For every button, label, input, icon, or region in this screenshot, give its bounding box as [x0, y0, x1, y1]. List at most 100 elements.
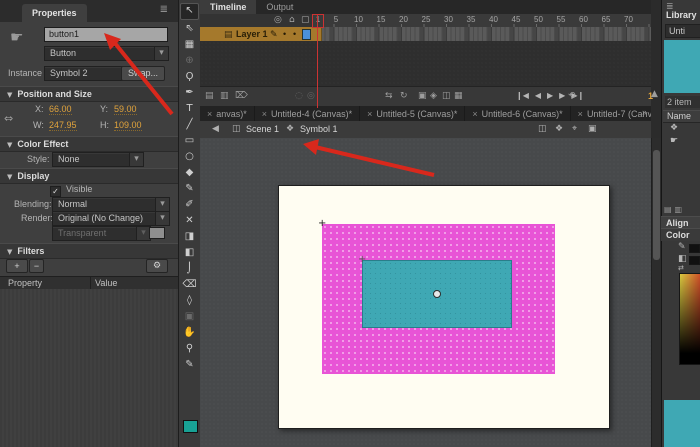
- h-value[interactable]: 109.00: [114, 120, 142, 131]
- close-tab-icon[interactable]: ×: [207, 109, 212, 119]
- oval-tool[interactable]: ○: [181, 149, 198, 164]
- edit-multiple-frames-icon[interactable]: ◫: [442, 91, 451, 101]
- close-tab-icon[interactable]: ×: [472, 109, 477, 119]
- remove-filter-button[interactable]: −: [29, 259, 44, 273]
- play-icon[interactable]: ▶: [547, 91, 553, 100]
- tab-timeline[interactable]: Timeline: [200, 0, 256, 14]
- breadcrumb-scene[interactable]: Scene 1: [246, 121, 279, 138]
- stroke-color-pencil-icon[interactable]: ✎: [678, 242, 686, 252]
- document-tab-untitled-4-canvas-[interactable]: ×Untitled-4 (Canvas)*: [255, 106, 360, 121]
- stroke-color-swatch[interactable]: [689, 244, 700, 253]
- clip-to-stage-icon[interactable]: ▣: [588, 121, 597, 138]
- pen-tool[interactable]: ✒: [181, 85, 198, 100]
- filter-options-gear-icon[interactable]: ⚙: [146, 259, 168, 273]
- loop-playback-icon[interactable]: ↻: [400, 91, 408, 101]
- x-value[interactable]: 66.00: [49, 104, 72, 115]
- eyedropper-tool[interactable]: ⌡: [181, 261, 198, 276]
- instance-of-value[interactable]: Symbol 2: [44, 66, 123, 81]
- back-button[interactable]: ◀: [212, 121, 219, 138]
- blending-dropdown[interactable]: Normal ▾: [52, 197, 170, 212]
- document-tab-untitled-5-canvas-[interactable]: ×Untitled-5 (Canvas)*: [360, 106, 465, 121]
- onion-markers-icon[interactable]: ◈: [430, 91, 437, 101]
- w-value[interactable]: 247.95: [49, 120, 77, 131]
- style-dropdown[interactable]: None ▾: [52, 152, 144, 167]
- lasso-tool[interactable]: Ϙ: [181, 69, 198, 84]
- clapper-icon[interactable]: ◫: [538, 121, 547, 138]
- new-layer-icon[interactable]: ▤: [205, 91, 214, 101]
- close-tab-icon[interactable]: ×: [367, 109, 372, 119]
- new-folder-icon[interactable]: ▥: [220, 91, 229, 101]
- text-tool[interactable]: T: [181, 101, 198, 116]
- go-to-first-frame-icon[interactable]: ❙◀: [516, 91, 529, 100]
- paint-bucket-tool[interactable]: ◨: [181, 229, 198, 244]
- free-transform-tool[interactable]: ▦: [181, 37, 198, 52]
- layer-visibility-dot[interactable]: •: [283, 27, 286, 41]
- layer-row-layer1[interactable]: ▤ Layer 1 ✎ • •: [200, 27, 312, 41]
- center-frame-icon[interactable]: ▣: [418, 91, 427, 101]
- center-stage-icon[interactable]: ⌖: [572, 121, 577, 138]
- next-frame-icon[interactable]: ▶: [559, 91, 565, 100]
- section-display[interactable]: ▼Display: [0, 168, 178, 184]
- document-tab-untitled-6-canvas-[interactable]: ×Untitled-6 (Canvas)*: [465, 106, 570, 121]
- render-dropdown[interactable]: Original (No Change) ▾: [52, 211, 170, 226]
- fill-color-bucket-icon[interactable]: ◧: [678, 254, 687, 264]
- selection-tool[interactable]: ↖: [180, 3, 199, 20]
- zoom-in-triangle-icon[interactable]: ▲: [651, 89, 658, 99]
- section-filters[interactable]: ▼Filters: [0, 243, 178, 259]
- lock-column-icon[interactable]: ⌂: [289, 15, 295, 25]
- layer-name[interactable]: Layer 1: [236, 27, 268, 41]
- fill-color-swatch[interactable]: [183, 420, 198, 433]
- rectangle-tool[interactable]: ▭: [181, 133, 198, 148]
- stroke-color-control[interactable]: ✎: [181, 357, 198, 372]
- instance-name-input[interactable]: button1: [44, 27, 168, 42]
- pencil-tool[interactable]: ✎: [181, 181, 198, 196]
- lock-aspect-icon[interactable]: ⇔: [4, 112, 13, 125]
- timeline-frame-ruler[interactable]: 1510152025303540455055606570: [312, 14, 651, 28]
- bone-tool[interactable]: ✕: [181, 213, 198, 228]
- library-item-button[interactable]: ☛: [663, 135, 700, 148]
- delete-layer-icon[interactable]: ⌦: [235, 91, 248, 101]
- color-picker-gradient[interactable]: [679, 273, 700, 365]
- swap-button[interactable]: Swap...: [121, 66, 165, 81]
- outline-column-icon[interactable]: ▢: [301, 15, 310, 25]
- brush-tool[interactable]: ✐: [181, 197, 198, 212]
- close-tab-icon[interactable]: ×: [578, 109, 583, 119]
- layer-lock-dot[interactable]: •: [293, 27, 296, 41]
- close-tab-icon[interactable]: ×: [262, 109, 267, 119]
- section-color-effect[interactable]: ▼Color Effect: [0, 136, 178, 152]
- document-tab-anvas-[interactable]: ×anvas)*: [200, 106, 255, 121]
- line-tool[interactable]: ╱: [181, 117, 198, 132]
- zoom-tool[interactable]: ⚲: [181, 341, 198, 356]
- onion-outline-icon[interactable]: ◎: [307, 91, 315, 101]
- library-document-dropdown[interactable]: Unti: [665, 24, 700, 38]
- layer1-frames-strip[interactable]: [312, 27, 651, 41]
- width-tool[interactable]: ◊: [181, 293, 198, 308]
- loop-range-icon[interactable]: ⇆: [385, 91, 393, 101]
- previous-frame-icon[interactable]: ◀: [535, 91, 541, 100]
- section-position-and-size[interactable]: ▼Position and Size: [0, 86, 178, 102]
- library-item-symbol[interactable]: ❖: [663, 122, 700, 135]
- reset-timeline-zoom-icon[interactable]: ⟲: [568, 91, 576, 101]
- scrollbar-thumb[interactable]: [653, 150, 660, 260]
- breadcrumb-symbol[interactable]: Symbol 1: [300, 121, 338, 138]
- visible-checkbox[interactable]: ✓: [50, 186, 61, 197]
- playhead-line[interactable]: [317, 14, 318, 108]
- add-filter-button[interactable]: +: [6, 259, 28, 273]
- edit-symbols-icon[interactable]: ❖: [555, 121, 563, 138]
- tab-properties[interactable]: Properties: [22, 4, 87, 22]
- panel-menu-icon[interactable]: ≣: [160, 4, 168, 15]
- color-panel-header[interactable]: Color: [661, 228, 700, 241]
- layer-outline-color-swatch[interactable]: [302, 29, 311, 40]
- frame-view-icon[interactable]: ▦: [454, 91, 463, 101]
- tab-output[interactable]: Output: [256, 0, 303, 14]
- swap-colors-icon[interactable]: ⇄: [678, 264, 684, 272]
- library-footer-icons[interactable]: ▤▥: [664, 205, 685, 214]
- fill-color-swatch-small[interactable]: [689, 256, 700, 265]
- hand-tool[interactable]: ✋: [181, 325, 198, 340]
- symbol-type-dropdown[interactable]: Button ▾: [44, 46, 169, 61]
- playhead-marker[interactable]: [312, 14, 324, 28]
- subselection-tool[interactable]: ⇖: [181, 21, 198, 36]
- document-tab-untitled-7-canvas-[interactable]: ×Untitled-7 (Canvas)*: [571, 106, 651, 121]
- onion-skin-icon[interactable]: ◌: [295, 91, 303, 101]
- y-value[interactable]: 59.00: [114, 104, 137, 115]
